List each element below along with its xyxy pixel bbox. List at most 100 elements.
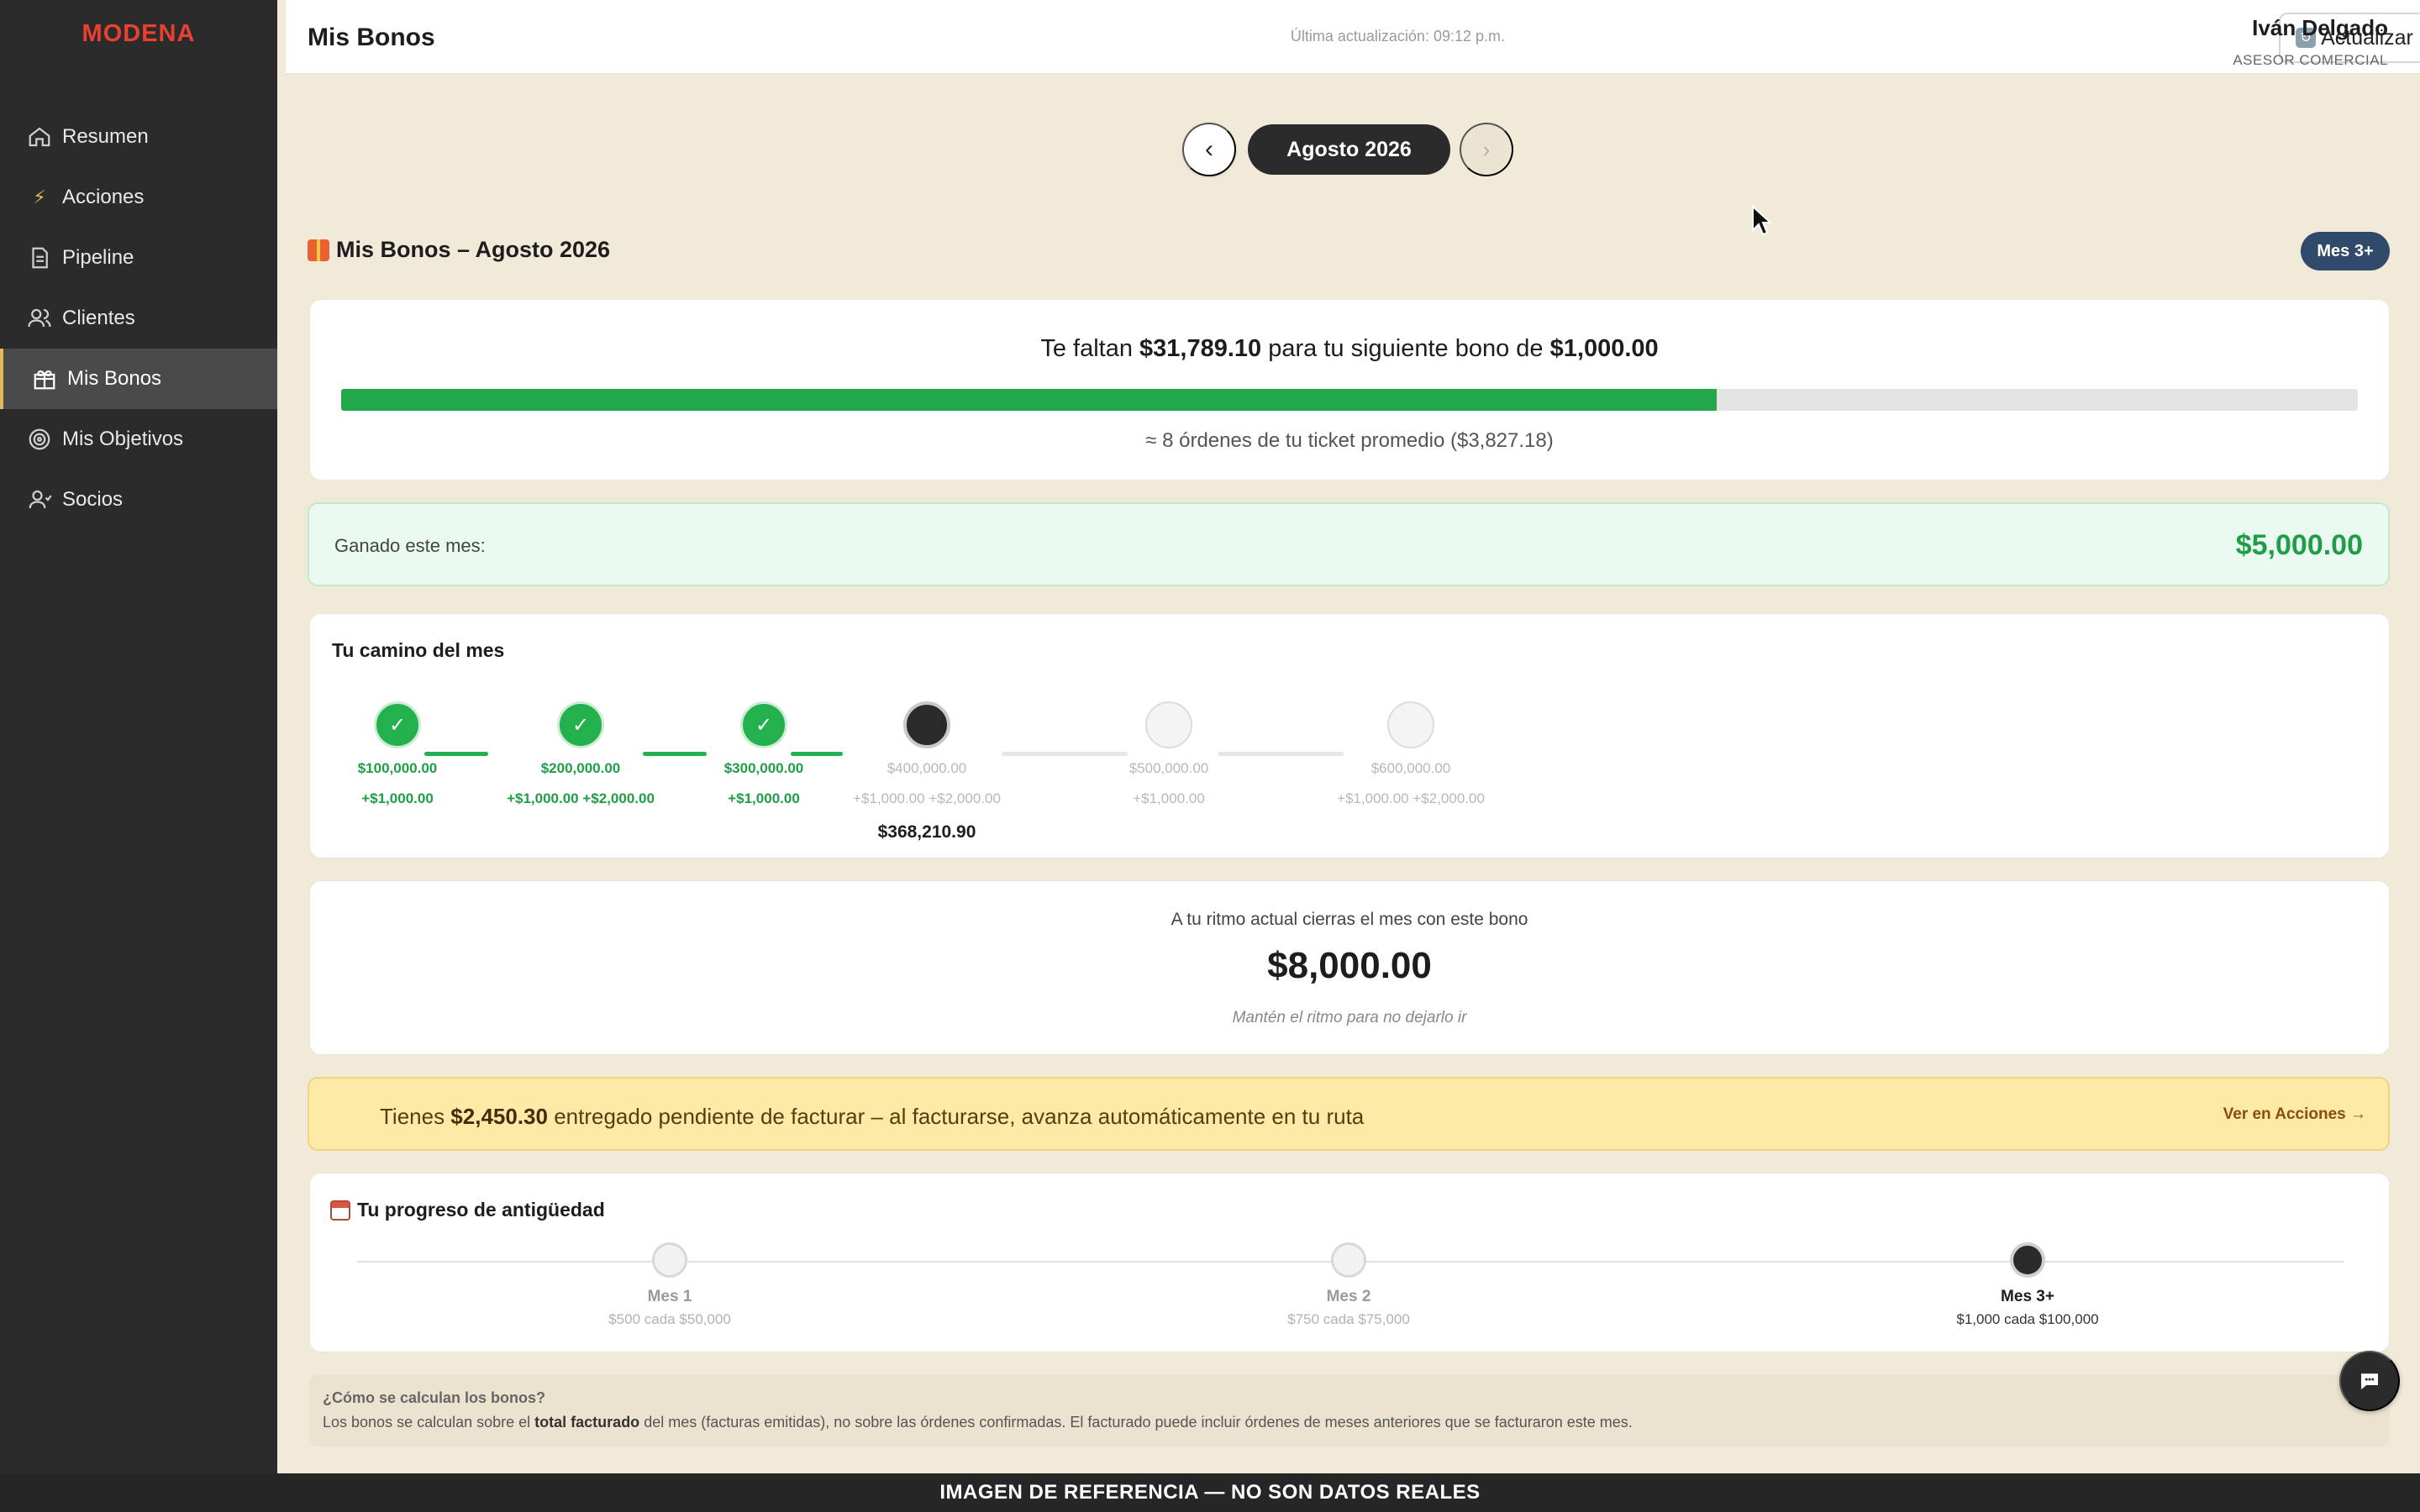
stage-amount: $200,000.00 (540, 760, 621, 776)
current-stage-marker (903, 701, 950, 748)
pending-text-suffix: entregado pendiente de facturar – al fac… (547, 1104, 1365, 1129)
seniority-step-name: Mes 2 (1326, 1288, 1371, 1305)
orders-note: ≈ 8 órdenes de tu ticket promedio ($3,82… (1145, 429, 1554, 452)
sidebar-nav: Resumen ⚡ Acciones Pipeline Clientes Mis… (0, 107, 277, 530)
seniority-step-marker (1331, 1242, 1366, 1278)
month-prev-button[interactable]: ‹ (1182, 123, 1236, 176)
progress-bar (341, 389, 2358, 411)
pending-stage-marker (1387, 701, 1434, 748)
path-stage: ✓ $300,000.00 +$1,000.00 (680, 701, 848, 807)
sidebar-item-label: Mis Bonos (67, 367, 162, 390)
sidebar-item-resumen[interactable]: Resumen (0, 107, 277, 167)
home-icon (25, 123, 54, 151)
remaining-amount: $31,789.10 (1139, 335, 1262, 362)
forecast-note: Mantén el ritmo para no dejarlo ir (1232, 1009, 1467, 1026)
sidebar-item-pipeline[interactable]: Pipeline (0, 228, 277, 288)
document-icon (25, 244, 54, 272)
stage-bonus: +$1,000.00 (728, 790, 800, 806)
sidebar-item-mis-objetivos[interactable]: Mis Objetivos (0, 409, 277, 470)
view-actions-link[interactable]: Ver en Acciones → (2223, 1105, 2366, 1124)
seniority-step: Mes 1 $500 cada $50,000 (544, 1242, 796, 1328)
last-updated-text: Última actualización: 09:12 p.m. (1290, 28, 1505, 45)
earned-value: $5,000.00 (2235, 529, 2363, 561)
sidebar-item-mis-bonos[interactable]: Mis Bonos (0, 349, 277, 409)
path-stage: $500,000.00 +$1,000.00 (1085, 701, 1253, 807)
remaining-text: Te faltan $31,789.10 para tu siguiente b… (310, 335, 2389, 363)
gift-icon (30, 365, 59, 393)
stage-amount: $300,000.00 (723, 760, 804, 776)
seniority-step-rate: $500 cada $50,000 (608, 1311, 731, 1327)
monthly-path-card: Tu camino del mes ✓ $100,000.00 +$1,000.… (309, 613, 2390, 858)
stage-amount: $100,000.00 (357, 760, 438, 776)
info-answer-prefix: Los bonos se calculan sobre el (323, 1414, 535, 1431)
reference-disclaimer-bar: IMAGEN DE REFERENCIA — NO SON DATOS REAL… (0, 1473, 2420, 1512)
sidebar-item-label: Acciones (62, 186, 145, 208)
forecast-card: A tu ritmo actual cierras el mes con est… (309, 880, 2390, 1055)
page-title: Mis Bonos (308, 24, 435, 51)
current-month-pill[interactable]: Agosto 2026 (1248, 124, 1450, 175)
sidebar-item-label: Clientes (62, 307, 135, 329)
stage-amount: $500,000.00 (1128, 760, 1209, 776)
sidebar-item-acciones[interactable]: ⚡ Acciones (0, 167, 277, 228)
seniority-title: Tu progreso de antigüedad (330, 1199, 605, 1221)
info-answer-suffix: del mes (facturas emitidas), no sobre la… (639, 1414, 1633, 1431)
seniority-step-rate: $1,000 cada $100,000 (1956, 1311, 2099, 1327)
forecast-label: A tu ritmo actual cierras el mes con est… (1171, 910, 1528, 929)
stage-bonus: +$1,000.00 (361, 790, 434, 806)
earned-label: Ganado este mes: (334, 535, 486, 556)
info-answer: Los bonos se calculan sobre el total fac… (323, 1414, 1633, 1431)
stage-amount: $600,000.00 (1370, 760, 1451, 776)
chevron-right-icon: › (1482, 136, 1491, 162)
users-icon (25, 304, 54, 333)
sidebar-item-label: Resumen (62, 125, 149, 148)
seniority-step-marker (2010, 1242, 2045, 1278)
sidebar-item-label: Pipeline (62, 246, 134, 269)
info-question: ¿Cómo se calculan los bonos? (323, 1389, 546, 1406)
chat-icon (2361, 1373, 2378, 1389)
pending-text-prefix: Tienes (380, 1104, 451, 1129)
stage-bonus: +$1,000.00 (1133, 790, 1205, 806)
forecast-value: $8,000.00 (1267, 945, 1432, 986)
stage-bonus: +$1,000.00 +$2,000.00 (853, 790, 1001, 806)
bonus-section-title: Mis Bonos – Agosto 2026 (308, 237, 610, 263)
user-icon (25, 486, 54, 514)
month-next-button[interactable]: › (1460, 123, 1513, 176)
path-stage-current: $400,000.00 +$1,000.00 +$2,000.00 (843, 701, 1011, 807)
remaining-text-prefix: Te faltan (1040, 335, 1140, 362)
bonus-calculation-info: ¿Cómo se calculan los bonos? Los bonos s… (309, 1374, 2390, 1446)
user-name[interactable]: Iván Delgado (2252, 15, 2388, 41)
pending-amount: $2,450.30 (450, 1104, 548, 1129)
bonus-section-title-text: Mis Bonos – Agosto 2026 (336, 237, 611, 262)
path-stage: $600,000.00 +$1,000.00 +$2,000.00 (1327, 701, 1495, 807)
seniority-step-marker (652, 1242, 687, 1278)
current-billed-value: $368,210.90 (877, 822, 976, 842)
pending-text: Tienes $2,450.30 entregado pendiente de … (380, 1104, 1364, 1130)
calendar-icon (330, 1200, 350, 1221)
progress-bar-fill (341, 389, 1717, 411)
seniority-progress-card: Tu progreso de antigüedad Mes 1 $500 cad… (309, 1173, 2390, 1352)
brand-logo[interactable]: MODENA (0, 20, 277, 48)
sidebar-item-label: Mis Objetivos (62, 428, 184, 450)
tier-badge: Mes 3+ (2301, 232, 2390, 270)
path-stage: ✓ $100,000.00 +$1,000.00 (313, 701, 481, 807)
sidebar-item-socios[interactable]: Socios (0, 470, 277, 530)
seniority-step-rate: $750 cada $75,000 (1287, 1311, 1410, 1327)
sidebar-item-label: Socios (62, 488, 124, 511)
target-icon (25, 425, 54, 454)
sidebar: MODENA Resumen ⚡ Acciones Pipeline Clien… (0, 0, 277, 1473)
remaining-text-middle: para tu siguiente bono de (1261, 335, 1550, 362)
check-icon: ✓ (374, 701, 421, 748)
pending-stage-marker (1145, 701, 1192, 748)
sidebar-item-clientes[interactable]: Clientes (0, 288, 277, 349)
chat-button[interactable] (2339, 1351, 2400, 1411)
seniority-step-current: Mes 3+ $1,000 cada $100,000 (1902, 1242, 2154, 1328)
seniority-title-text: Tu progreso de antigüedad (357, 1199, 605, 1221)
top-header: Mis Bonos Última actualización: 09:12 p.… (286, 0, 2420, 74)
path-title: Tu camino del mes (332, 639, 505, 661)
stage-bonus: +$1,000.00 +$2,000.00 (1337, 790, 1485, 806)
earned-this-month-card: Ganado este mes: $5,000.00 (308, 502, 2390, 586)
next-bonus-progress-card: Te faltan $31,789.10 para tu siguiente b… (309, 299, 2390, 480)
user-role: ASESOR COMERCIAL (2233, 52, 2388, 68)
next-bonus-amount: $1,000.00 (1549, 335, 1659, 362)
check-icon: ✓ (557, 701, 604, 748)
